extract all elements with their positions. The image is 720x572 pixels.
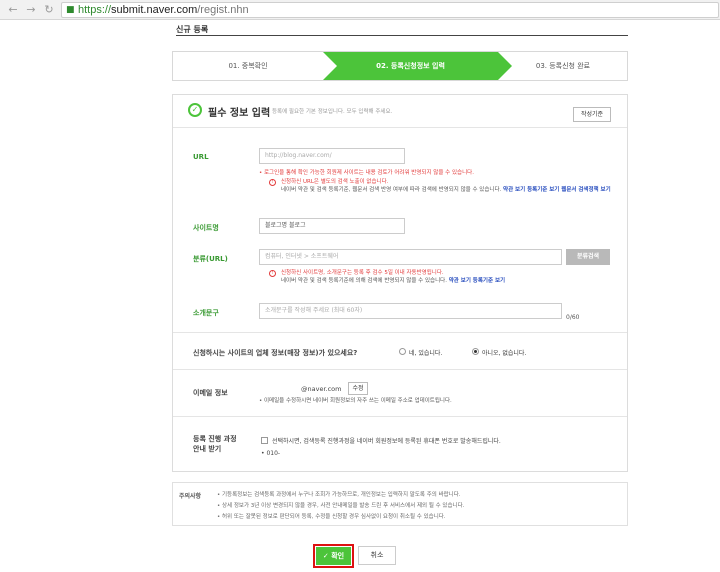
url-host: submit.naver.com	[111, 4, 198, 16]
site-name-label: 사이트명	[193, 224, 219, 232]
sms-label-line2: 안내 받기	[193, 445, 222, 453]
email-note: • 이메일을 수정하시면 네이버 회원정보의 자주 쓰는 이메일 주소로 업데이…	[259, 398, 452, 404]
intro-label: 소개문구	[193, 309, 219, 317]
divider	[173, 332, 627, 333]
category-note-1: 신청하신 사이트명, 소개문구는 등록 후 검수 5일 이내 자동반영됩니다.	[281, 270, 444, 276]
intro-input[interactable]: 소개문구를 작성해 주세요 (최대 60자)	[259, 303, 562, 319]
store-question-label: 신청하시는 사이트의 업체 정보(매장 정보)가 있으세요?	[193, 349, 358, 357]
cancel-button[interactable]: 취소	[358, 546, 396, 565]
store-no-radio[interactable]	[472, 348, 479, 355]
url-note-links[interactable]: 약관 보기 등록기준 보기 웹문서 검색정책 보기	[503, 187, 611, 193]
progress-steps: 01. 중복확인 02. 등록신청정보 입력 03. 등록신청 완료	[172, 51, 628, 81]
caution-title: 주의사항	[179, 493, 202, 500]
category-input[interactable]: 컴퓨터, 인터넷 > 소프트웨어	[259, 249, 562, 265]
step-1: 01. 중복확인	[228, 62, 268, 70]
divider	[173, 369, 627, 370]
forward-icon[interactable]: →	[24, 3, 38, 17]
intro-counter: 0/60	[566, 314, 580, 321]
url-note-2: 네이버 약관 및 검색 등록기준, 웹문서 검색 반영 여부에 따라 검색에 반…	[281, 187, 502, 193]
lock-icon: ■	[66, 5, 75, 15]
url-scheme: https://	[78, 4, 112, 16]
url-note-1: 신청하신 URL은 별도의 검색 노출이 없습니다.	[281, 179, 389, 185]
address-bar[interactable]: ■ https://submit.naver.com/regist.nhn	[61, 2, 719, 18]
page-title: 신규 등록	[176, 25, 209, 34]
category-note-2: 네이버 약관 및 검색 등록기준에 의해 검색에 반영되지 않을 수 있습니다.	[281, 278, 447, 284]
step-3: 03. 등록신청 완료	[535, 62, 591, 70]
category-note-links[interactable]: 약관 보기 등록기준 보기	[449, 278, 505, 284]
confirm-button-inner[interactable]: ✓ 확인	[316, 547, 351, 565]
guide-button[interactable]: 작성기준	[573, 107, 611, 122]
sms-checkbox[interactable]	[261, 437, 268, 444]
url-label: URL	[193, 153, 209, 161]
title-divider	[176, 35, 628, 36]
address-url[interactable]: https://submit.naver.com/regist.nhn	[78, 4, 249, 16]
url-error: • 로그인을 통해 확인 가능한 회원제 사이트는 내용 검토가 어려워 반영되…	[259, 170, 474, 176]
confirm-label: 확인	[331, 552, 345, 560]
caution-line: • 상세 정보가 3년 이상 변경되지 않을 경우, 사전 안내메일을 발송 드…	[217, 503, 465, 509]
category-label: 분류(URL)	[193, 255, 228, 263]
check-icon: ✓	[322, 552, 329, 560]
check-circle-icon: ✓	[188, 103, 202, 117]
confirm-button[interactable]: ✓ 확인	[313, 544, 354, 568]
sms-checkbox-label[interactable]: 선택하시면, 검색등록 진행과정을 네이버 회원정보에 등록된 휴대폰 번호로 …	[272, 436, 501, 445]
url-input[interactable]: http://blog.naver.com/	[259, 148, 405, 164]
warning-icon: !	[269, 179, 276, 186]
site-name-input[interactable]: 블로그명 블로그	[259, 218, 405, 234]
divider	[173, 416, 627, 417]
url-path: /regist.nhn	[197, 4, 249, 16]
store-yes-radio[interactable]	[399, 348, 406, 355]
reload-icon[interactable]: ↻	[42, 3, 56, 17]
caution-line: • 기등록정보는 검색등록 과정에서 누구나 조회가 가능하므로, 개인정보는 …	[217, 492, 461, 498]
back-icon[interactable]: ←	[6, 3, 20, 17]
section-title: 필수 정보 입력	[208, 108, 271, 119]
section-divider	[173, 127, 627, 128]
category-search-button[interactable]: 분류검색	[566, 249, 610, 265]
email-edit-button[interactable]: 수정	[348, 382, 368, 395]
email-label: 이메일 정보	[193, 389, 228, 397]
store-yes-label[interactable]: 네, 있습니다.	[409, 348, 442, 357]
form-panel: ✓ 필수 정보 입력 등록에 필요한 기본 정보입니다. 모두 입력해 주세요.…	[172, 94, 628, 472]
url-note: 신청하신 URL은 별도의 검색 노출이 없습니다. 네이버 약관 및 검색 등…	[281, 178, 616, 194]
email-domain: @naver.com	[301, 385, 342, 393]
category-note: 신청하신 사이트명, 소개문구는 등록 후 검수 5일 이내 자동반영됩니다. …	[281, 269, 616, 285]
sms-label: 등록 진행 과정 안내 받기	[193, 434, 237, 454]
caution-line: • 허위 또는 잘못된 정보로 판단되어 등록, 수정을 신청할 경우 심사없이…	[217, 514, 446, 520]
section-subtitle: 등록에 필요한 기본 정보입니다. 모두 입력해 주세요.	[272, 109, 393, 115]
warning-icon: !	[269, 270, 276, 277]
browser-toolbar: ← → ↻ ■ https://submit.naver.com/regist.…	[0, 0, 720, 20]
sms-phone: • 010-	[261, 450, 281, 457]
caution-box: 주의사항 • 기등록정보는 검색등록 과정에서 누구나 조회가 가능하므로, 개…	[172, 482, 628, 526]
step-2-current: 02. 등록신청정보 입력	[323, 52, 512, 80]
store-no-label[interactable]: 아니오, 없습니다.	[482, 348, 526, 357]
sms-label-line1: 등록 진행 과정	[193, 435, 237, 443]
